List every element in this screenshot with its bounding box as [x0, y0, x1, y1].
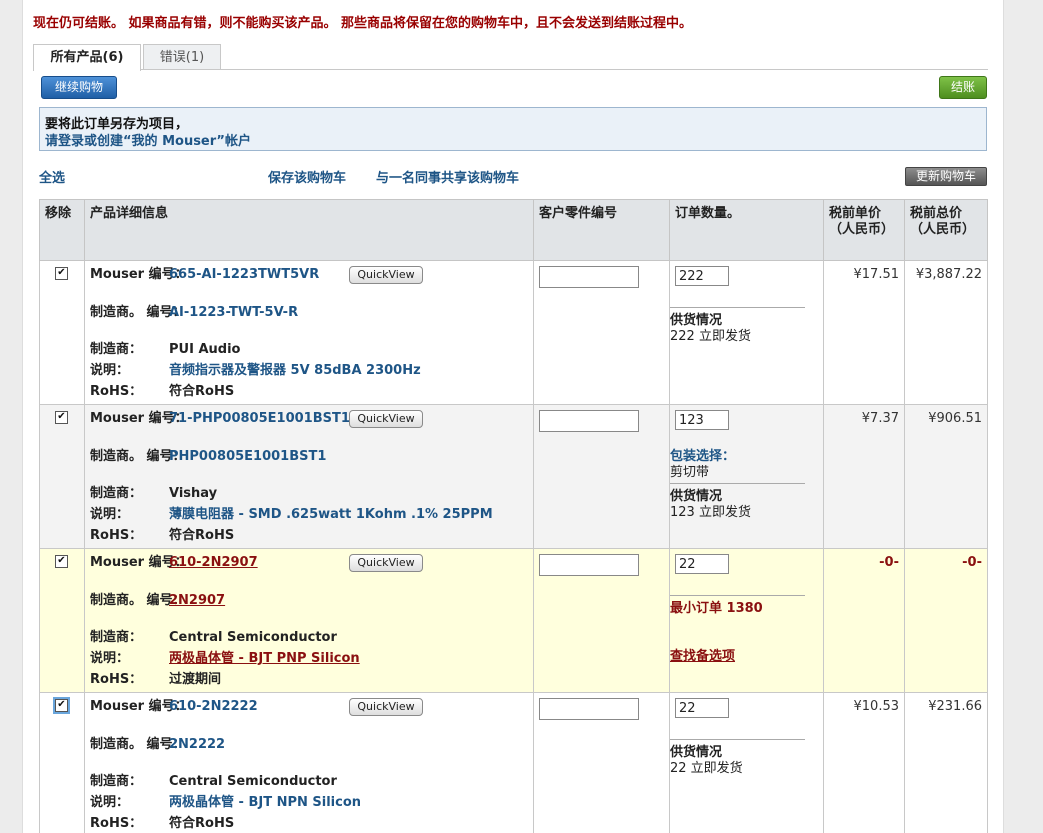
remove-checkbox[interactable]: ✔: [55, 699, 68, 712]
save-cart-link[interactable]: 保存该购物车: [268, 167, 346, 186]
header-details: 产品详细信息: [84, 199, 534, 261]
select-all-link[interactable]: 全选: [39, 167, 65, 186]
mfr-value: Vishay: [169, 486, 218, 501]
unit-price: ¥10.53: [853, 699, 900, 714]
total-price: ¥231.66: [928, 699, 982, 714]
desc-link[interactable]: 两极晶体管 - BJT NPN Silicon: [169, 795, 361, 810]
quickview-button[interactable]: QuickView: [349, 410, 423, 428]
rohs-label: RoHS：: [90, 528, 143, 543]
rohs-value: 符合RoHS: [169, 528, 235, 543]
update-cart-button[interactable]: 更新购物车: [905, 167, 987, 186]
share-cart-link[interactable]: 与一名同事共享该购物车: [376, 167, 519, 186]
mfr-value: Central Semiconductor: [169, 630, 337, 645]
mfr-part-link[interactable]: 2N2222: [169, 737, 225, 752]
mfr-label: 制造商：: [90, 486, 143, 501]
desc-label: 说明：: [90, 651, 130, 666]
quickview-button[interactable]: QuickView: [349, 554, 423, 572]
total-price: ¥906.51: [928, 411, 982, 426]
desc-label: 说明：: [90, 363, 130, 378]
mfr-label: 制造商：: [90, 774, 143, 789]
qty-input[interactable]: 222: [675, 266, 729, 286]
availability-value: 22 立即发货: [670, 761, 743, 776]
unit-price: ¥7.37: [861, 411, 899, 426]
cart-page: 现在仍可结账。 如果商品有错，则不能购买该产品。 那些商品将保留在您的购物车中，…: [22, 0, 1004, 833]
unit-price: -0-: [879, 555, 899, 570]
min-order-message: 最小订单 1380: [670, 601, 763, 616]
remove-checkbox[interactable]: ✔: [55, 267, 68, 280]
availability-value: 123 立即发货: [670, 505, 751, 520]
qty-input[interactable]: 22: [675, 554, 729, 574]
tab-divider: [33, 69, 988, 70]
total-price: ¥3,887.22: [915, 267, 982, 282]
mfr-value: PUI Audio: [169, 342, 241, 357]
header-customer-pn: 客户零件编号: [533, 199, 670, 261]
qty-input[interactable]: 123: [675, 410, 729, 430]
mfr-part-link[interactable]: 2N2907: [169, 593, 225, 608]
save-project-notice: 要将此订单另存为项目， 请登录或创建“我的 Mouser”帐户: [39, 107, 987, 151]
rohs-label: RoHS：: [90, 672, 143, 687]
header-total-price: 税前总价（人民币）: [904, 199, 988, 261]
desc-label: 说明：: [90, 795, 130, 810]
mfr-label: 制造商：: [90, 342, 143, 357]
customer-pn-input[interactable]: [539, 698, 639, 720]
mouser-part-link[interactable]: 610-2N2222: [169, 699, 258, 714]
tab-errors[interactable]: 错误(1): [143, 44, 221, 70]
availability-title: 供货情况: [670, 313, 723, 328]
total-price: -0-: [962, 555, 982, 570]
login-link[interactable]: 请登录或创建“我的 Mouser”帐户: [45, 130, 251, 149]
rohs-value: 符合RoHS: [169, 384, 235, 399]
mouser-part-link[interactable]: 71-PHP00805E1001BST1: [169, 411, 350, 426]
rohs-value: 符合RoHS: [169, 816, 235, 831]
continue-shopping-button[interactable]: 继续购物: [41, 76, 117, 99]
divider: [670, 595, 805, 596]
mfr-part-link[interactable]: AI-1223-TWT-5V-R: [169, 305, 298, 320]
packaging-title[interactable]: 包装选择：: [670, 449, 735, 464]
header-qty: 订单数量。: [669, 199, 824, 261]
mfr-value: Central Semiconductor: [169, 774, 337, 789]
desc-link[interactable]: 薄膜电阻器 - SMD .625watt 1Kohm .1% 25PPM: [169, 507, 493, 522]
find-alternatives-link[interactable]: 查找备选项: [670, 649, 735, 664]
divider: [670, 483, 805, 484]
tab-all-products[interactable]: 所有产品(6): [33, 44, 141, 71]
desc-label: 说明：: [90, 507, 130, 522]
mouser-part-link[interactable]: 610-2N2907: [169, 555, 258, 570]
mfr-label: 制造商：: [90, 630, 143, 645]
availability-title: 供货情况: [670, 745, 723, 760]
mouser-part-link[interactable]: 665-AI-1223TWT5VR: [169, 267, 319, 282]
header-unit-price: 税前单价（人民币）: [823, 199, 905, 261]
table-row: ✔ Mouser 编号： 610-2N2222 QuickView 制造商。 编…: [39, 692, 988, 833]
availability-value: 222 立即发货: [670, 329, 751, 344]
availability-title: 供货情况: [670, 489, 723, 504]
remove-checkbox[interactable]: ✔: [55, 555, 68, 568]
table-row-error: ✔ Mouser 编号： 610-2N2907 QuickView 制造商。 编…: [39, 548, 988, 693]
header-remove: 移除: [39, 199, 85, 261]
quickview-button[interactable]: QuickView: [349, 698, 423, 716]
customer-pn-input[interactable]: [539, 410, 639, 432]
table-row: ✔ Mouser 编号： 665-AI-1223TWT5VR QuickView…: [39, 260, 988, 405]
checkout-button[interactable]: 结账: [939, 76, 987, 99]
table-row: ✔ Mouser 编号： 71-PHP00805E1001BST1 QuickV…: [39, 404, 988, 549]
customer-pn-input[interactable]: [539, 554, 639, 576]
remove-checkbox[interactable]: ✔: [55, 411, 68, 424]
divider: [670, 307, 805, 308]
mfr-part-link[interactable]: PHP00805E1001BST1: [169, 449, 326, 464]
desc-link[interactable]: 两极晶体管 - BJT PNP Silicon: [169, 651, 360, 666]
checkout-warning: 现在仍可结账。 如果商品有错，则不能购买该产品。 那些商品将保留在您的购物车中，…: [33, 16, 693, 31]
qty-input[interactable]: 22: [675, 698, 729, 718]
rohs-value: 过渡期间: [169, 672, 222, 687]
packaging-value: 剪切带: [670, 465, 710, 480]
table-header: 移除 产品详细信息 客户零件编号 订单数量。 税前单价（人民币） 税前总价（人民…: [39, 199, 988, 261]
customer-pn-input[interactable]: [539, 266, 639, 288]
divider: [670, 739, 805, 740]
desc-link[interactable]: 音频指示器及警报器 5V 85dBA 2300Hz: [169, 363, 421, 378]
rohs-label: RoHS：: [90, 384, 143, 399]
rohs-label: RoHS：: [90, 816, 143, 831]
quickview-button[interactable]: QuickView: [349, 266, 423, 284]
cart-table: 移除 产品详细信息 客户零件编号 订单数量。 税前单价（人民币） 税前总价（人民…: [39, 199, 988, 833]
unit-price: ¥17.51: [853, 267, 900, 282]
